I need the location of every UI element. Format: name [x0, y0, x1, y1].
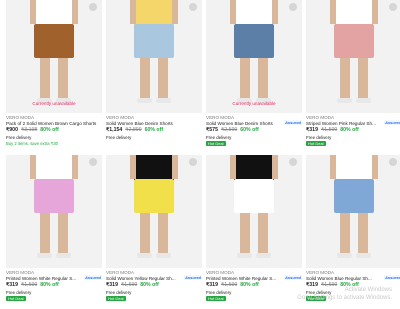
delivery-info: Free delivery [306, 135, 332, 140]
product-brand: VERO MODA [306, 270, 335, 275]
wishlist-heart-icon[interactable] [289, 3, 297, 11]
availability-status: Currently unavailable [232, 101, 276, 106]
hot-deal-badge: Hot Deal [6, 296, 26, 301]
selling-price: ₹900 [6, 127, 18, 133]
discount-percent: 60% off [240, 127, 259, 133]
assured-badge: Assured [383, 275, 400, 280]
product-image[interactable] [106, 0, 202, 113]
delivery-info: Free delivery [206, 135, 232, 140]
model-figure [30, 155, 78, 258]
selling-price: ₹1,154 [106, 127, 123, 133]
delivery-info: Free delivery [6, 135, 32, 140]
product-image[interactable] [206, 155, 302, 268]
delivery-info: Free delivery [206, 290, 232, 295]
wishlist-heart-icon[interactable] [389, 158, 397, 166]
discount-percent: 80% off [40, 127, 59, 133]
price-row: ₹319 ₹1,599 80% off [6, 282, 59, 288]
price-row: ₹319 ₹1,599 80% off [106, 282, 159, 288]
original-price: ₹1,599 [20, 282, 38, 288]
product-image[interactable] [6, 155, 102, 268]
original-price: ₹1,599 [120, 282, 138, 288]
price-row: ₹1,154 ₹2,899 60% off [106, 127, 163, 133]
delivery-info: Free delivery [106, 135, 132, 140]
discount-percent: 80% off [340, 127, 359, 133]
product-brand: VERO MODA [6, 115, 35, 120]
price-row: ₹319 ₹1,599 80% off [306, 127, 359, 133]
price-row: ₹319 ₹1,599 80% off [206, 282, 259, 288]
product-image[interactable] [106, 155, 202, 268]
original-price: ₹1,599 [320, 127, 338, 133]
price-row: ₹900 ₹3,198 80% off [6, 127, 59, 133]
assured-badge: Assured [383, 120, 400, 125]
delivery-info: Free delivery [6, 290, 32, 295]
model-figure [330, 0, 378, 103]
discount-percent: 80% off [40, 282, 59, 288]
product-title-link[interactable]: Pack of 2 Solid Women Brown Cargo Shorts [6, 121, 98, 126]
original-price: ₹1,599 [220, 282, 238, 288]
model-figure [230, 155, 278, 258]
original-price: ₹2,599 [220, 127, 238, 133]
product-image[interactable] [306, 155, 400, 268]
price-row: ₹575 ₹2,599 60% off [206, 127, 259, 133]
model-figure [230, 0, 278, 103]
wishlist-heart-icon[interactable] [289, 158, 297, 166]
product-brand: VERO MODA [206, 270, 235, 275]
selling-price: ₹319 [206, 282, 218, 288]
product-brand: VERO MODA [6, 270, 35, 275]
model-figure [130, 155, 178, 258]
assured-badge: Assured [183, 275, 202, 280]
delivery-info: Free delivery [106, 290, 132, 295]
product-image[interactable] [306, 0, 400, 113]
wishlist-heart-icon[interactable] [189, 3, 197, 11]
hot-deal-badge: Hot Deal [306, 141, 326, 146]
wishlist-heart-icon[interactable] [189, 158, 197, 166]
hot-deal-badge: Hot Deal [206, 296, 226, 301]
wishlist-heart-icon[interactable] [389, 3, 397, 11]
hot-deal-badge: Hot Deal [106, 296, 126, 301]
original-price: ₹2,899 [125, 127, 142, 133]
watermark-line1: Activate Windows [344, 287, 392, 294]
wishlist-heart-icon[interactable] [89, 3, 97, 11]
selling-price: ₹319 [306, 127, 318, 133]
model-figure [30, 0, 78, 103]
wishlist-heart-icon[interactable] [89, 158, 97, 166]
model-figure [330, 155, 378, 258]
selling-price: ₹319 [106, 282, 118, 288]
product-brand: VERO MODA [206, 115, 235, 120]
assured-badge: Assured [283, 275, 302, 280]
product-brand: VERO MODA [106, 115, 135, 120]
selling-price: ₹575 [206, 127, 218, 133]
discount-percent: 80% off [140, 282, 159, 288]
product-image[interactable]: Currently unavailable [206, 0, 302, 113]
watermark-line2: Go to Settings to activate Windows. [297, 295, 392, 302]
model-figure [130, 0, 178, 103]
discount-percent: 80% off [240, 282, 259, 288]
hot-deal-badge: Hot Deal [206, 141, 226, 146]
product-image[interactable]: Currently unavailable [6, 0, 102, 113]
discount-percent: 60% off [144, 127, 164, 133]
assured-badge: Assured [83, 275, 102, 280]
product-title-link[interactable]: Solid Women Blue Denim Shorts [106, 121, 198, 126]
windows-watermark: Activate Windows Go to Settings to activ… [297, 287, 392, 303]
product-brand: VERO MODA [306, 115, 335, 120]
availability-status: Currently unavailable [32, 101, 76, 106]
assured-badge: Assured [283, 120, 302, 125]
selling-price: ₹319 [6, 282, 18, 288]
offer-text: Buy 2 items, save extra ₹30 [6, 141, 59, 146]
product-grid: Currently unavailable VERO MODA Pack of 2 … [0, 0, 400, 309]
product-brand: VERO MODA [106, 270, 135, 275]
original-price: ₹3,198 [20, 127, 38, 133]
